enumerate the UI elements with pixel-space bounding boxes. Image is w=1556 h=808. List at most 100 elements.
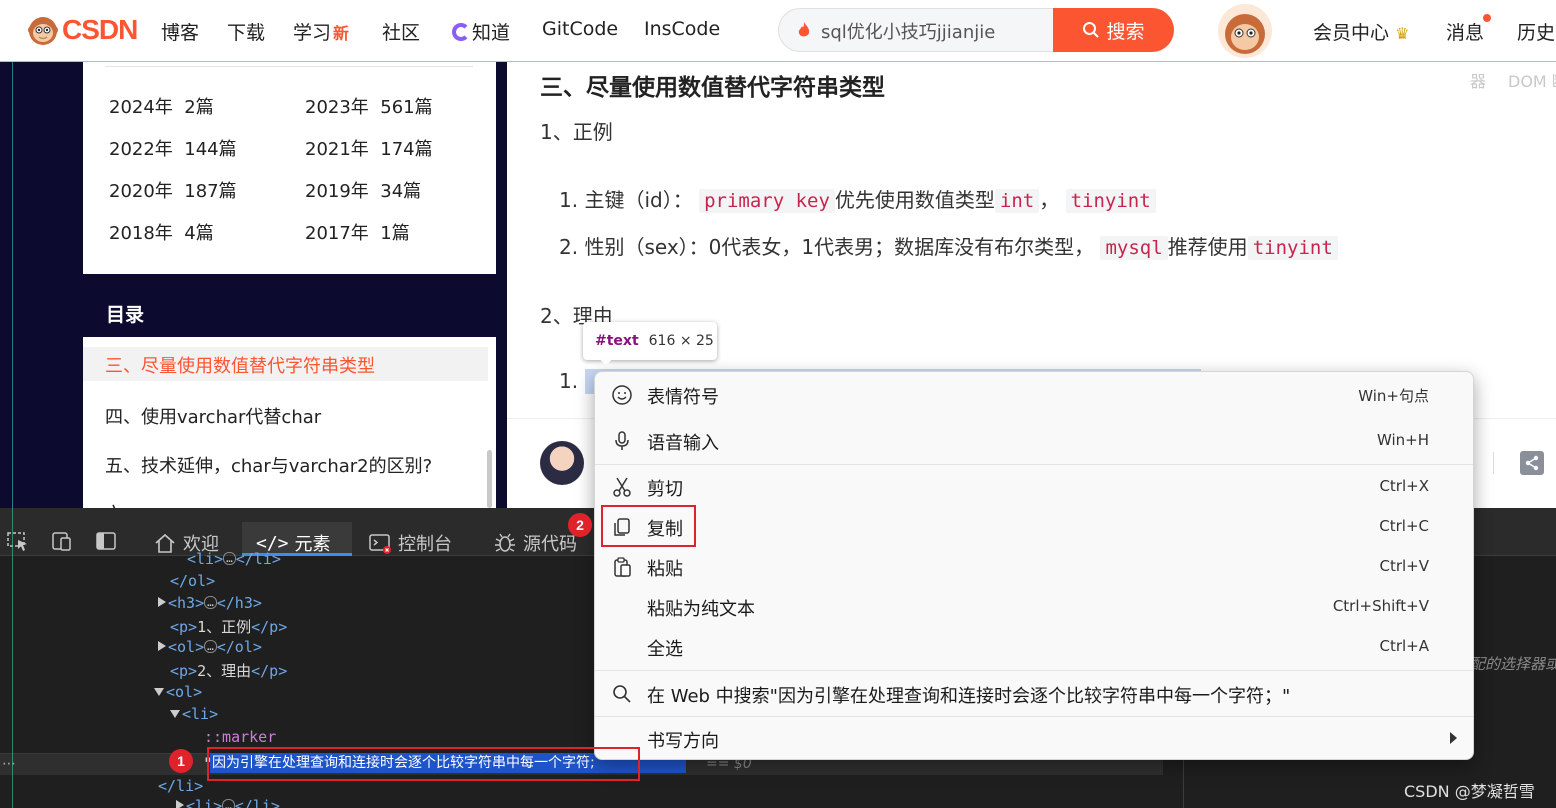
archive-item[interactable]: 2020年 187篇 xyxy=(109,177,237,203)
search-input[interactable] xyxy=(821,18,1046,44)
divider xyxy=(105,66,473,67)
menu-item-voice-input[interactable]: 语音输入 Win+H xyxy=(595,420,1473,460)
vip-center-label: 会员中心 xyxy=(1313,22,1390,44)
menu-item-paste[interactable]: 粘贴 Ctrl+V xyxy=(595,546,1473,586)
context-menu: 表情符号 Win+句点 语音输入 Win+H 剪切 Ctrl+X 复制 Ctrl… xyxy=(594,371,1474,760)
dom-node[interactable]: <h3>… </h3> xyxy=(158,594,262,612)
menu-item-select-all[interactable]: 全选 Ctrl+A xyxy=(595,626,1473,666)
crown-icon: ♛ xyxy=(1395,24,1410,43)
menu-item-cut[interactable]: 剪切 Ctrl+X xyxy=(595,466,1473,506)
dom-node[interactable]: <p>2、理由</p> xyxy=(170,660,287,681)
article-list-item: 2. 性别（sex）：0代表女，1代表男；数据库没有布尔类型， mysql 推荐使… xyxy=(559,231,1338,260)
expand-triangle-icon[interactable] xyxy=(158,641,166,651)
collapsed-ellipsis[interactable]: … xyxy=(222,799,235,808)
archive-item[interactable]: 2019年 34篇 xyxy=(305,177,421,203)
dom-node[interactable]: </li> xyxy=(158,777,203,795)
archive-year: 2024年 xyxy=(109,97,173,118)
archive-card: 2024年 2篇 2023年 561篇 2022年 144篇 2021年 174… xyxy=(83,62,496,274)
nav-community[interactable]: 社区 xyxy=(382,18,420,45)
toc-item-active[interactable]: 三、尽量使用数值替代字符串类型 xyxy=(105,352,375,378)
archive-item[interactable]: 2018年 4篇 xyxy=(109,219,214,245)
menu-label: 剪切 xyxy=(647,479,683,500)
toc-scrollbar[interactable] xyxy=(487,450,492,508)
menu-item-copy[interactable]: 复制 Ctrl+C xyxy=(595,506,1473,546)
step-badge-1: 1 xyxy=(169,749,193,773)
collapsed-ellipsis[interactable]: … xyxy=(204,596,217,609)
vip-center-link[interactable]: 会员中心 ♛ xyxy=(1313,18,1409,45)
nav-zhidao[interactable]: 知道 xyxy=(452,18,510,45)
menu-item-writing-direction[interactable]: 书写方向 xyxy=(595,718,1473,758)
collapsed-ellipsis[interactable]: … xyxy=(204,640,217,653)
csdn-logo[interactable]: CSDN xyxy=(26,12,138,48)
nav-inscode[interactable]: InsCode xyxy=(644,18,720,40)
toc-item[interactable]: 六、... xyxy=(105,500,158,508)
tab-dom-breakpoints[interactable]: DOM 断 xyxy=(1508,68,1556,92)
text: 主键（id）： xyxy=(584,188,693,212)
archive-count: 187篇 xyxy=(184,181,237,202)
dom-node[interactable]: ::marker xyxy=(204,728,276,746)
dom-node[interactable]: <ol>… </ol> xyxy=(158,638,262,656)
search-button-label: 搜索 xyxy=(1106,20,1145,43)
menu-separator xyxy=(595,716,1473,717)
archive-count: 561篇 xyxy=(380,97,433,118)
text: ， xyxy=(1039,188,1060,212)
menu-item-emoji[interactable]: 表情符号 Win+句点 xyxy=(595,374,1473,414)
toc-item[interactable]: 五、技术延伸，char与varchar2的区别? xyxy=(105,452,432,478)
dom-node[interactable]: <ol> xyxy=(154,683,202,701)
tooltip-dimensions: 616 × 25 xyxy=(648,333,714,349)
nav-download[interactable]: 下载 xyxy=(227,18,265,45)
inline-code: tinyint xyxy=(1247,236,1338,260)
expand-triangle-icon[interactable] xyxy=(158,597,166,607)
text: 优先使用数值类型 xyxy=(834,188,995,212)
search-button[interactable]: 搜索 xyxy=(1053,8,1174,52)
user-avatar[interactable] xyxy=(1218,4,1272,58)
article-paragraph: 1、正例 xyxy=(540,120,613,144)
menu-label: 全选 xyxy=(647,639,683,660)
inspect-element-icon[interactable] xyxy=(6,530,30,552)
tab-partial[interactable]: 器 xyxy=(1470,68,1486,92)
collapse-triangle-icon[interactable] xyxy=(170,710,180,718)
dock-side-icon[interactable] xyxy=(94,530,118,552)
archive-item[interactable]: 2021年 174篇 xyxy=(305,135,433,161)
dom-node[interactable]: </ol> xyxy=(170,572,215,590)
tab-console[interactable]: 控制台 xyxy=(368,530,452,556)
dom-node[interactable]: <li>… </li> xyxy=(187,550,281,568)
collapsed-ellipsis[interactable]: … xyxy=(223,552,236,565)
text: 性别（sex）：0代表女，1代表男；数据库没有布尔类型， xyxy=(584,235,1095,259)
notification-dot xyxy=(1483,14,1491,22)
menu-label: 在 Web 中搜索"因为引擎在处理查询和连接时会逐个比较字符串中每一个字符；" xyxy=(647,686,1291,707)
author-avatar[interactable] xyxy=(540,441,584,485)
messages-link[interactable]: 消息 xyxy=(1446,18,1484,45)
history-link[interactable]: 历史 xyxy=(1517,18,1555,45)
inline-code: primary key xyxy=(699,189,835,213)
dom-node[interactable]: <p>1、正例</p> xyxy=(170,616,287,637)
nav-gitcode[interactable]: GitCode xyxy=(542,18,618,40)
menu-shortcut: Ctrl+V xyxy=(1379,557,1429,575)
archive-item[interactable]: 2017年 1篇 xyxy=(305,219,410,245)
nav-blog[interactable]: 博客 xyxy=(161,18,199,45)
article-list-item: 1. 主键（id）： primary key 优先使用数值类型 int， tinyi… xyxy=(559,184,1156,213)
dom-node[interactable]: <li>… </li> xyxy=(176,797,280,808)
menu-item-paste-plain[interactable]: 粘贴为纯文本 Ctrl+Shift+V xyxy=(595,586,1473,626)
annotation-box-copy xyxy=(601,505,696,547)
archive-item[interactable]: 2024年 2篇 xyxy=(109,93,214,119)
menu-shortcut: Ctrl+Shift+V xyxy=(1332,597,1429,615)
text: 推荐使用 xyxy=(1167,235,1248,259)
microphone-icon xyxy=(615,431,629,450)
menu-item-web-search[interactable]: 在 Web 中搜索"因为引擎在处理查询和连接时会逐个比较字符串中每一个字符；" xyxy=(595,673,1473,713)
nav-learn[interactable]: 学习新 xyxy=(293,18,349,45)
paste-icon xyxy=(614,557,631,577)
archive-year: 2018年 xyxy=(109,223,173,244)
more-dots-icon[interactable]: ⋯ xyxy=(2,756,16,772)
archive-item[interactable]: 2023年 561篇 xyxy=(305,93,433,119)
tab-sources[interactable]: 源代码 xyxy=(493,530,577,556)
inline-code: int xyxy=(994,189,1040,213)
share-button[interactable] xyxy=(1520,451,1544,475)
archive-item[interactable]: 2022年 144篇 xyxy=(109,135,237,161)
archive-count: 144篇 xyxy=(184,139,237,160)
collapse-triangle-icon[interactable] xyxy=(154,688,164,696)
dom-node[interactable]: <li> xyxy=(170,705,218,723)
toc-item[interactable]: 四、使用varchar代替char xyxy=(105,403,321,429)
device-toolbar-icon[interactable] xyxy=(50,530,74,552)
expand-triangle-icon[interactable] xyxy=(176,800,184,808)
